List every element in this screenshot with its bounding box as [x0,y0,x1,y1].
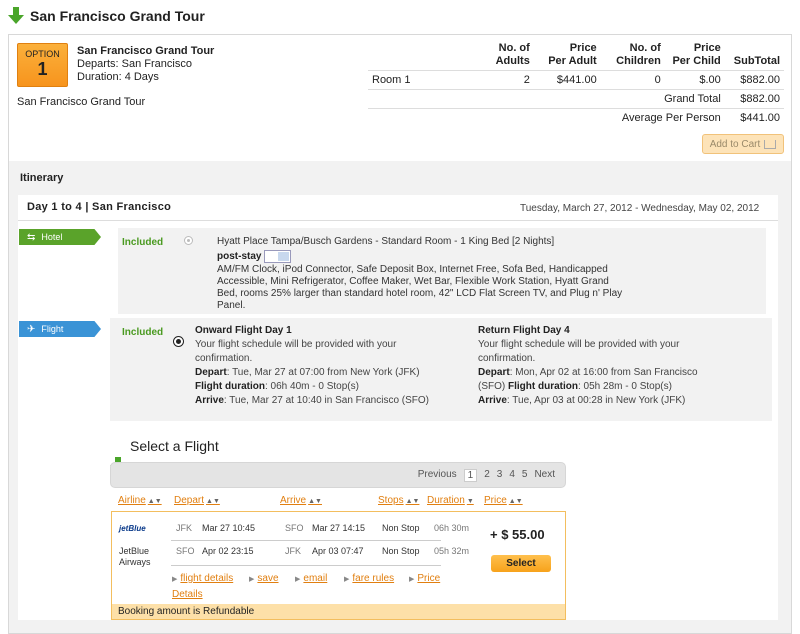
package-duration: Duration: 4 Days [77,71,159,83]
sort-desc-icon: ▼ [466,498,474,505]
add-to-cart-button[interactable]: Add to Cart [702,134,784,154]
save-link[interactable]: ▶ save [249,572,279,584]
airplane-icon: ✈ [27,323,36,335]
pager-previous[interactable]: Previous [418,469,457,482]
refund-notice: Booking amount is Refundable [111,604,566,620]
sort-icon: ▲▼ [308,498,322,505]
pager-page-3[interactable]: 3 [497,469,503,482]
pager-page-1[interactable]: 1 [463,469,478,482]
stay-label: post-stay [217,251,262,263]
itinerary-label: Itinerary [20,172,64,184]
down-arrow-icon [8,7,24,25]
arrow-right-icon: ▶ [172,576,178,583]
page-title: San Francisco Grand Tour [30,8,205,24]
average-row: Average Per Person $441.00 [368,108,784,127]
arrow-right-icon: ▶ [295,576,301,583]
leg2-stops: Non Stop [382,546,420,556]
sort-duration[interactable]: Duration ▼ [427,495,474,506]
hotel-tag: ⇆ Hotel [19,229,101,245]
sort-depart[interactable]: Depart ▲▼ [174,495,220,506]
hotel-desc: AM/FM Clock, iPod Connector, Safe Deposi… [217,264,623,311]
fare-rules-link[interactable]: ▶ fare rules [344,572,394,584]
stay-row: post-stay [217,250,292,263]
flight-radio[interactable] [173,336,184,347]
pager-page-2[interactable]: 2 [484,469,490,482]
hotel-radio[interactable] [184,236,193,245]
leg1-stops: Non Stop [382,523,420,533]
sort-stops[interactable]: Stops ▲▼ [378,495,419,506]
leg1-from: JFK [176,523,193,533]
col-children: No. of Children [616,42,661,67]
sort-icon: ▲▼ [508,498,523,505]
cart-icon [764,139,777,149]
sort-airline[interactable]: Airline ▲▼ [118,495,162,506]
leg1-duration: 06h 30m [434,523,470,533]
sort-icon: ▲▼ [405,498,420,505]
option-label: OPTION [25,49,60,59]
leg2-arr: Apr 03 07:47 [312,546,364,556]
pager-page-4[interactable]: 4 [509,469,515,482]
col-subtotal: SubTotal [733,55,780,67]
divider [171,540,441,541]
leg2-to: JFK [285,546,302,556]
leg1-to: SFO [285,523,304,533]
pager-next[interactable]: Next [534,469,555,482]
return-flight: Return Flight Day 4 Your flight schedule… [478,325,698,406]
stay-select[interactable] [264,250,292,263]
divider [18,220,778,221]
flight-included: Included [122,327,164,338]
hotel-icon: ⇆ [27,231,36,243]
package-subtitle: San Francisco Grand Tour [17,96,146,108]
price-table-header: No. of Adults Price Per Adult No. of Childr… [368,40,784,71]
price-details-link[interactable]: ▶ Price [409,572,440,584]
package-name: San Francisco Grand Tour [77,45,215,57]
col-price-adult: Price Per Adult [548,42,597,67]
leg2-from: SFO [176,546,195,556]
leg2-dep: Apr 02 23:15 [202,546,254,556]
sort-icon: ▲▼ [147,498,162,505]
sort-icon: ▲▼ [206,498,220,505]
sort-price[interactable]: Price ▲▼ [484,495,523,506]
arrow-right-icon: ▶ [249,576,255,583]
email-link[interactable]: ▶ email [295,572,327,584]
hotel-included: Included [122,237,164,248]
pager: Previous 1 2 3 4 5 Next [110,462,566,488]
divider [171,565,441,566]
leg1-dep: Mar 27 10:45 [202,523,256,533]
table-row: Room 1 2 $441.00 0 $.00 $882.00 [368,70,784,90]
hotel-name: Hyatt Place Tampa/Busch Gardens - Standa… [217,236,555,247]
leg1-arr: Mar 27 14:15 [312,523,366,533]
flight-details-link[interactable]: ▶ flight details [172,572,233,584]
airline-name: JetBlue Airways [119,546,151,567]
col-adults: No. of Adults [495,42,530,67]
day-title: Day 1 to 4 | San Francisco [27,201,172,213]
onward-flight: Onward Flight Day 1 Your flight schedule… [195,325,429,406]
select-flight-title: Select a Flight [130,438,219,454]
page-header: San Francisco Grand Tour [8,6,205,26]
option-number: 1 [37,59,48,79]
option-badge: OPTION 1 [17,43,68,87]
grand-total-row: Grand Total $882.00 [368,89,784,109]
col-price-child: Price Per Child [672,42,721,67]
sort-arrive[interactable]: Arrive ▲▼ [280,495,322,506]
arrow-right-icon: ▶ [409,576,415,583]
day-date: Tuesday, March 27, 2012 - Wednesday, May… [520,203,760,214]
price-details-link-cont[interactable]: Details [172,588,203,600]
jetblue-logo: jetBlue [119,524,146,533]
flight-price: + $ 55.00 [490,527,545,542]
arrow-right-icon: ▶ [344,576,350,583]
flight-tag: ✈ Flight [19,321,101,337]
price-table: No. of Adults Price Per Adult No. of Childr… [368,40,784,127]
package-departs: Departs: San Francisco [77,58,192,70]
pager-page-5[interactable]: 5 [522,469,528,482]
select-flight-button[interactable]: Select [491,555,551,572]
leg2-duration: 05h 32m [434,546,470,556]
